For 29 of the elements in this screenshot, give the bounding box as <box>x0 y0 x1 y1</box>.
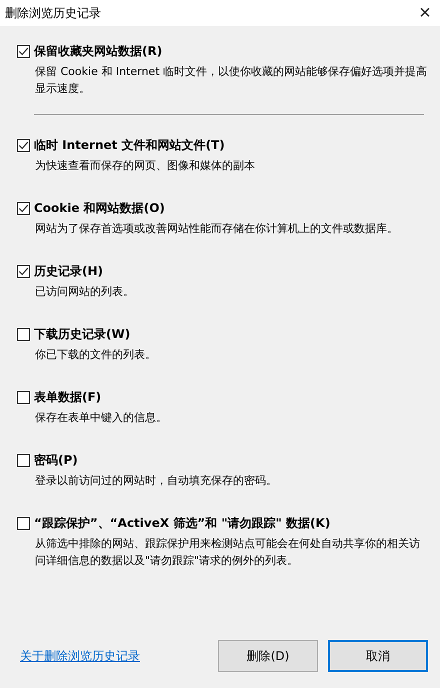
option-description: 保存在表单中键入的信息。 <box>35 410 168 426</box>
option-label[interactable]: Cookie 和网站数据(O) <box>34 200 165 217</box>
checkbox[interactable] <box>17 517 30 530</box>
window-title: 删除浏览历史记录 <box>5 4 101 22</box>
option-label[interactable]: 密码(P) <box>34 452 78 469</box>
option-description: 保留 Cookie 和 Internet 临时文件，以使你收藏的网站能够保存偏好选项并提高显示速度。 <box>35 64 428 97</box>
option-label[interactable]: 表单数据(F) <box>34 389 102 406</box>
dialog-button[interactable]: 取消 <box>328 640 428 672</box>
option-label[interactable]: 下载历史记录(W) <box>34 326 130 343</box>
checkbox[interactable] <box>17 391 30 404</box>
help-link[interactable]: 关于删除浏览历史记录 <box>20 648 140 664</box>
checkbox[interactable] <box>17 265 30 278</box>
option-description: 登录以前访问过的网站时，自动填充保存的密码。 <box>35 473 278 489</box>
option-label[interactable]: 历史记录(H) <box>34 263 104 280</box>
option-label[interactable]: 临时 Internet 文件和网站文件(T) <box>34 137 225 154</box>
option-description: 为快速查看而保存的网页、图像和媒体的副本 <box>35 158 256 174</box>
dialog-button[interactable]: 删除(D) <box>218 640 318 672</box>
option-label[interactable]: “跟踪保护”、“ActiveX 筛选”和 "请勿跟踪" 数据(K) <box>34 515 330 532</box>
checkbox[interactable] <box>17 202 30 215</box>
option-description: 网站为了保存首选项或改善网站性能而存储在你计算机上的文件或数据库。 <box>35 221 399 237</box>
option-description: 你已下载的文件的列表。 <box>35 347 157 363</box>
option-description: 已访问网站的列表。 <box>35 284 135 300</box>
option-label[interactable]: 保留收藏夹网站数据(R) <box>34 43 162 60</box>
option-description: 从筛选中排除的网站、跟踪保护用来检测站点可能会在何处自动共享你的相关访问详细信息的数据以及"请勿跟踪"请求的例外的列表。 <box>35 536 421 569</box>
checkbox[interactable] <box>17 454 30 467</box>
close-button[interactable]: × <box>410 0 440 26</box>
checkbox[interactable] <box>17 328 30 341</box>
checkbox[interactable] <box>17 45 30 58</box>
checkbox[interactable] <box>17 139 30 152</box>
